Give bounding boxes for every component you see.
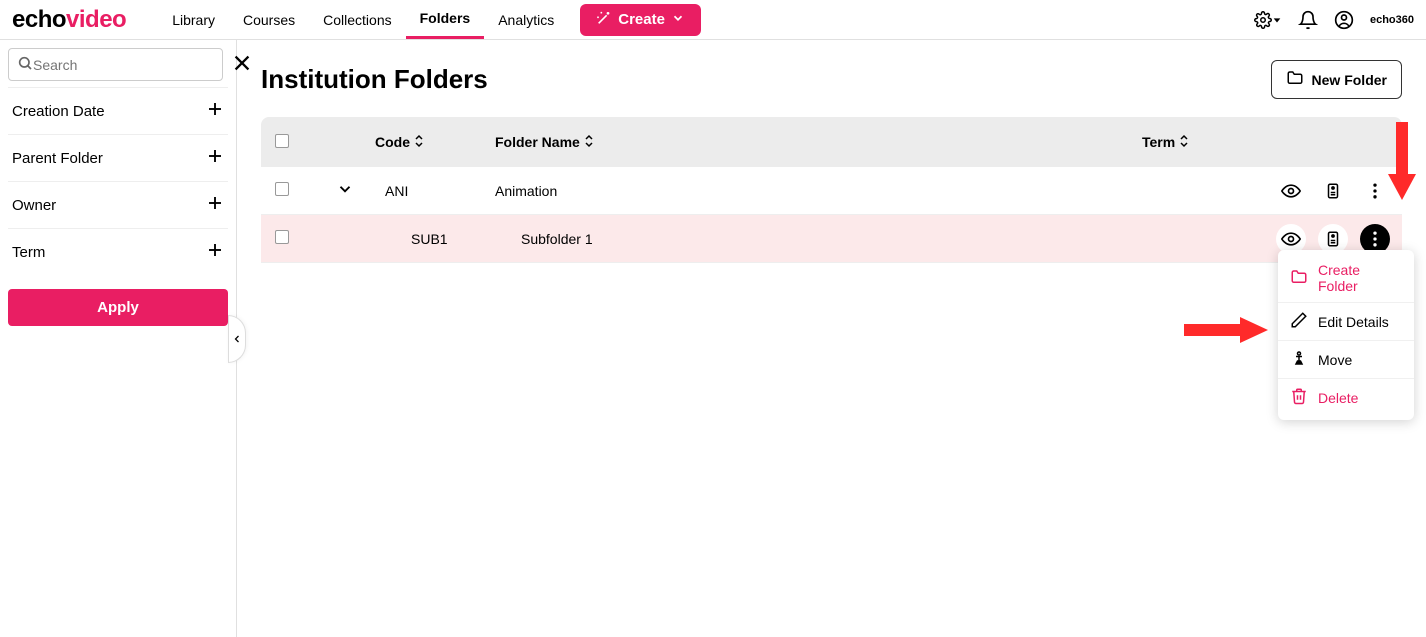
table-row[interactable]: ANI Animation (261, 167, 1402, 215)
table-row[interactable]: SUB1 Subfolder 1 (261, 215, 1402, 263)
row-checkbox[interactable] (275, 182, 289, 196)
folder-icon (1290, 268, 1308, 289)
select-all-checkbox[interactable] (275, 134, 289, 148)
context-menu: Create Folder Edit Details Move Delete (1278, 250, 1414, 420)
plus-icon (206, 194, 224, 216)
folders-table: Code Folder Name Term (261, 117, 1402, 263)
ctx-label: Create Folder (1318, 262, 1402, 294)
nav-courses[interactable]: Courses (229, 0, 309, 39)
col-term[interactable]: Term (1142, 134, 1262, 151)
nav-analytics[interactable]: Analytics (484, 0, 568, 39)
filter-owner[interactable]: Owner (8, 181, 228, 228)
annotation-arrow-right (1184, 314, 1270, 346)
nav-folders[interactable]: Folders (406, 0, 485, 39)
main-nav: Library Courses Collections Folders Anal… (158, 0, 568, 39)
plus-icon (206, 241, 224, 263)
page-title: Institution Folders (261, 64, 488, 95)
table-header: Code Folder Name Term (261, 117, 1402, 167)
new-folder-button[interactable]: New Folder (1271, 60, 1402, 99)
cell-code: ANI (375, 183, 495, 199)
cell-name: Animation (495, 183, 1142, 199)
plus-icon (206, 100, 224, 122)
logo-video: video (66, 6, 126, 34)
move-icon (1290, 349, 1308, 370)
user-icon[interactable] (1334, 10, 1354, 30)
main-content: Institution Folders New Folder Code Fold… (237, 40, 1426, 637)
filter-label: Creation Date (12, 103, 105, 120)
expand-chevron-icon[interactable] (336, 180, 354, 201)
filter-label: Owner (12, 197, 56, 214)
col-folder-name[interactable]: Folder Name (495, 134, 1142, 151)
nav-library[interactable]: Library (158, 0, 229, 39)
plus-icon (206, 147, 224, 169)
annotation-arrow-down (1384, 122, 1420, 202)
ctx-move[interactable]: Move (1278, 341, 1414, 379)
badge-icon[interactable] (1318, 224, 1348, 254)
sort-icon (1179, 134, 1189, 151)
ctx-delete[interactable]: Delete (1278, 379, 1414, 416)
ctx-edit-details[interactable]: Edit Details (1278, 303, 1414, 341)
filter-label: Term (12, 244, 45, 261)
ctx-label: Move (1318, 352, 1352, 368)
filter-term[interactable]: Term (8, 228, 228, 275)
magic-wand-icon (596, 10, 612, 30)
eye-icon[interactable] (1276, 176, 1306, 206)
cell-name: Subfolder 1 (495, 231, 1142, 247)
pencil-icon (1290, 311, 1308, 332)
nav-collections[interactable]: Collections (309, 0, 405, 39)
filter-parent-folder[interactable]: Parent Folder (8, 134, 228, 181)
brand-tag: echo360 (1370, 14, 1414, 26)
ctx-label: Edit Details (1318, 314, 1389, 330)
search-input-wrap[interactable] (8, 48, 223, 81)
more-menu-button[interactable] (1360, 224, 1390, 254)
logo-echo: echo (12, 6, 66, 34)
chevron-down-icon (671, 11, 685, 29)
ctx-label: Delete (1318, 390, 1358, 406)
col-folder-name-label: Folder Name (495, 134, 580, 150)
apply-button[interactable]: Apply (8, 289, 228, 326)
bell-icon[interactable] (1298, 10, 1318, 30)
sort-icon (584, 134, 594, 151)
sort-icon (414, 134, 424, 151)
create-label: Create (618, 11, 665, 28)
badge-icon[interactable] (1318, 176, 1348, 206)
trash-icon (1290, 387, 1308, 408)
logo[interactable]: echovideo (12, 6, 126, 34)
col-term-label: Term (1142, 134, 1175, 150)
new-folder-label: New Folder (1312, 72, 1387, 88)
search-icon (17, 55, 33, 74)
sidebar: Creation Date Parent Folder Owner Term A… (0, 40, 237, 637)
settings-dropdown[interactable] (1254, 11, 1282, 29)
create-button[interactable]: Create (580, 4, 701, 36)
cell-code: SUB1 (375, 231, 495, 247)
filter-label: Parent Folder (12, 150, 103, 167)
folder-icon (1286, 69, 1304, 90)
ctx-create-folder[interactable]: Create Folder (1278, 254, 1414, 303)
row-checkbox[interactable] (275, 230, 289, 244)
col-code-label: Code (375, 134, 410, 150)
filter-creation-date[interactable]: Creation Date (8, 87, 228, 134)
search-input[interactable] (33, 57, 214, 73)
eye-icon[interactable] (1276, 224, 1306, 254)
col-code[interactable]: Code (375, 134, 495, 151)
